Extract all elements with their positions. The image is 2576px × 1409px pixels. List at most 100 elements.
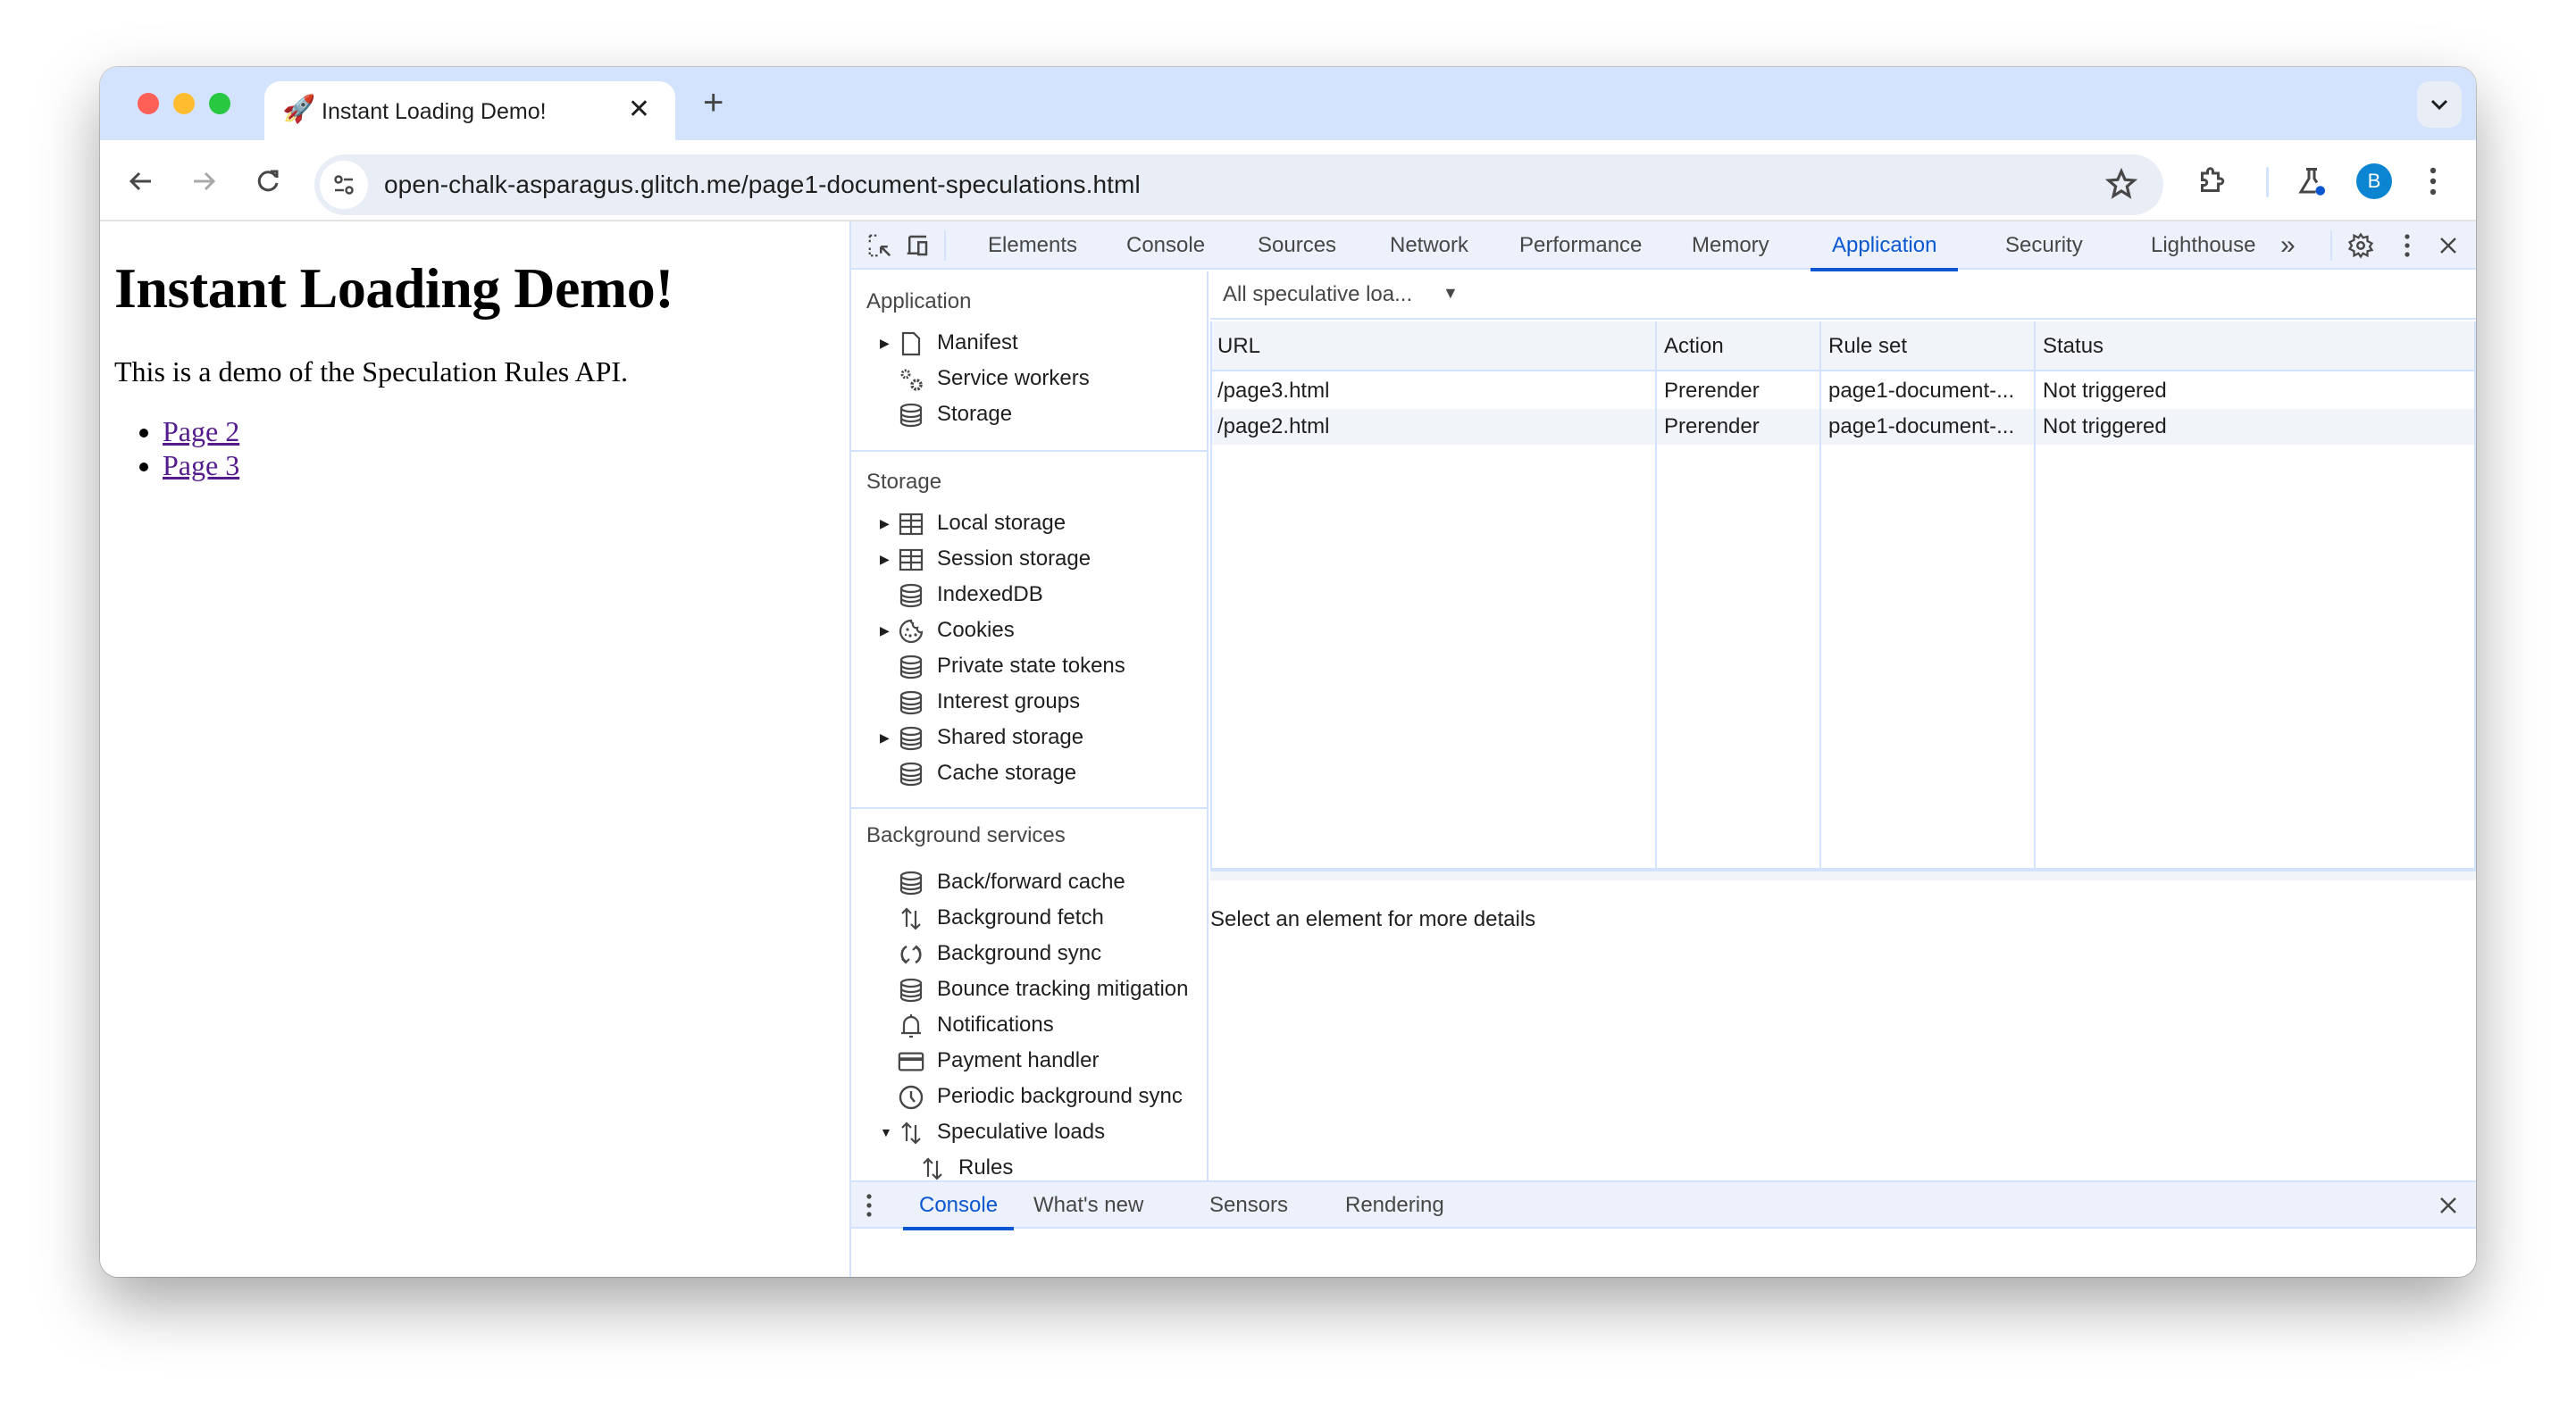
expand-arrow-icon[interactable]: ▶ xyxy=(880,505,890,541)
sidebar-item-interest-groups[interactable]: Interest groups xyxy=(851,684,1207,720)
minimize-window-button[interactable] xyxy=(173,93,195,114)
url-text[interactable]: open-chalk-asparagus.glitch.me/page1-doc… xyxy=(384,171,1141,199)
tab-console[interactable]: Console xyxy=(1126,221,1205,270)
database-icon xyxy=(898,870,924,896)
close-devtools-button[interactable] xyxy=(2432,229,2464,262)
sidebar-item-label: Background fetch xyxy=(937,905,1104,930)
sidebar-item-shared-storage[interactable]: ▶ Shared storage xyxy=(851,720,1207,755)
table-row[interactable]: /page3.html Prerender page1-document-...… xyxy=(1212,373,2474,409)
column-divider[interactable] xyxy=(1655,321,1657,868)
arrows-up-down-icon xyxy=(919,1155,946,1180)
tab-application[interactable]: Application xyxy=(1810,221,1959,271)
drawer-tab-rendering[interactable]: Rendering xyxy=(1345,1182,1444,1229)
column-header-rule-set[interactable]: Rule set xyxy=(1828,321,1907,371)
sidebar-item-label: Notifications xyxy=(937,1013,1054,1037)
drawer-tabbar: Console What's new Sensors Rendering xyxy=(851,1180,2476,1230)
sidebar-item-manifest[interactable]: ▶ Manifest xyxy=(851,325,1207,361)
puzzle-piece-icon xyxy=(2201,167,2225,192)
new-tab-button[interactable]: + xyxy=(703,85,723,121)
sidebar-item-background-sync[interactable]: Background sync xyxy=(851,936,1207,971)
close-window-button[interactable] xyxy=(138,93,159,114)
sidebar-item-notifications[interactable]: Notifications xyxy=(851,1007,1207,1043)
reload-button[interactable] xyxy=(247,160,289,203)
column-divider[interactable] xyxy=(1819,321,1821,868)
browser-toolbar: open-chalk-asparagus.glitch.me/page1-doc… xyxy=(100,140,2476,221)
chrome-menu-button[interactable] xyxy=(2408,156,2458,206)
bookmark-button[interactable] xyxy=(2104,167,2138,205)
labs-button[interactable] xyxy=(2287,156,2337,206)
close-drawer-button[interactable] xyxy=(2432,1189,2464,1221)
tab-memory[interactable]: Memory xyxy=(1692,221,1769,270)
sidebar-item-label: Storage xyxy=(937,402,1013,426)
sidebar-section-application: Application ▶ Manifest Service workers S… xyxy=(851,271,1207,452)
browser-tab-active[interactable]: 🚀 Instant Loading Demo! ✕ xyxy=(264,81,675,140)
table-row[interactable]: /page2.html Prerender page1-document-...… xyxy=(1212,409,2474,445)
sidebar-item-bounce-tracking-mitigation[interactable]: Bounce tracking mitigation xyxy=(851,971,1207,1007)
split-resizer[interactable] xyxy=(1210,870,2476,880)
expand-arrow-icon[interactable]: ▶ xyxy=(880,541,890,577)
sidebar-item-back-forward-cache[interactable]: Back/forward cache xyxy=(851,864,1207,900)
sidebar-section-title: Background services xyxy=(866,823,1066,847)
device-toolbar-button[interactable] xyxy=(901,229,933,262)
customize-devtools-button[interactable] xyxy=(2391,229,2423,262)
sidebar-item-service-workers[interactable]: Service workers xyxy=(851,361,1207,396)
column-header-status[interactable]: Status xyxy=(2043,321,2103,371)
sidebar-item-indexeddb[interactable]: IndexedDB xyxy=(851,577,1207,613)
site-info-button[interactable] xyxy=(320,161,368,209)
sidebar-item-cookies[interactable]: ▶ Cookies xyxy=(851,613,1207,648)
inspect-cursor-icon xyxy=(868,234,891,257)
page-3-link[interactable]: Page 3 xyxy=(163,449,239,481)
drawer-tab-sensors[interactable]: Sensors xyxy=(1209,1182,1288,1229)
profile-button[interactable]: B xyxy=(2349,156,2399,206)
settings-button[interactable] xyxy=(2345,229,2377,262)
forward-button[interactable] xyxy=(182,160,225,203)
sidebar-item-label: Session storage xyxy=(937,546,1091,571)
tab-close-icon[interactable]: ✕ xyxy=(628,94,650,126)
drawer-tab-console[interactable]: Console xyxy=(902,1182,1015,1230)
sidebar-item-periodic-background-sync[interactable]: Periodic background sync xyxy=(851,1079,1207,1114)
sidebar-item-label: Rules xyxy=(958,1155,1014,1180)
sidebar-item-session-storage[interactable]: ▶ Session storage xyxy=(851,541,1207,577)
chevron-down-icon xyxy=(2430,99,2448,111)
sidebar-item-cache-storage[interactable]: Cache storage xyxy=(851,755,1207,791)
extensions-button[interactable] xyxy=(2187,156,2237,206)
cell-url: /page2.html xyxy=(1217,414,1330,438)
back-button[interactable] xyxy=(120,160,163,203)
sidebar-item-rules[interactable]: Rules xyxy=(851,1150,1207,1180)
tab-security[interactable]: Security xyxy=(2005,221,2083,270)
tab-network[interactable]: Network xyxy=(1390,221,1468,270)
tab-lighthouse[interactable]: Lighthouse xyxy=(2151,221,2255,270)
maximize-window-button[interactable] xyxy=(209,93,230,114)
sidebar-item-background-fetch[interactable]: Background fetch xyxy=(851,900,1207,936)
sidebar-item-speculative-loads[interactable]: ▼ Speculative loads xyxy=(851,1114,1207,1150)
sidebar-item-local-storage[interactable]: ▶ Local storage xyxy=(851,505,1207,541)
column-header-action[interactable]: Action xyxy=(1664,321,1724,371)
flask-icon xyxy=(2298,168,2325,196)
expand-arrow-icon[interactable]: ▶ xyxy=(880,613,890,648)
sidebar-item-payment-handler[interactable]: Payment handler xyxy=(851,1043,1207,1079)
more-tabs-button[interactable]: » xyxy=(2280,221,2296,270)
expand-arrow-icon[interactable]: ▶ xyxy=(880,325,890,361)
address-bar[interactable]: open-chalk-asparagus.glitch.me/page1-doc… xyxy=(314,154,2163,215)
column-header-url[interactable]: URL xyxy=(1217,321,1260,371)
drawer-menu-button[interactable] xyxy=(853,1189,885,1221)
arrows-up-down-icon xyxy=(898,1120,924,1146)
expand-arrow-icon[interactable]: ▶ xyxy=(880,720,890,755)
column-divider[interactable] xyxy=(2034,321,2036,868)
page-2-link[interactable]: Page 2 xyxy=(163,415,239,447)
inspect-element-button[interactable] xyxy=(864,229,896,262)
sidebar-item-private-state-tokens[interactable]: Private state tokens xyxy=(851,648,1207,684)
tab-search-button[interactable] xyxy=(2417,81,2462,128)
speculations-panel: All speculative loa... ▼ URL Action Rule… xyxy=(1210,271,2476,1180)
tab-elements[interactable]: Elements xyxy=(988,221,1077,270)
tab-performance[interactable]: Performance xyxy=(1519,221,1642,270)
sidebar-item-label: Cache storage xyxy=(937,761,1077,785)
collapse-arrow-icon[interactable]: ▼ xyxy=(880,1114,892,1150)
dropdown-caret-icon[interactable]: ▼ xyxy=(1443,284,1459,303)
gear-icon xyxy=(2347,232,2374,259)
drawer-tab-whats-new[interactable]: What's new xyxy=(1033,1182,1143,1229)
speculation-filter-select[interactable]: All speculative loa... xyxy=(1223,282,1412,307)
document-icon xyxy=(898,330,924,357)
tab-sources[interactable]: Sources xyxy=(1258,221,1336,270)
sidebar-item-storage[interactable]: Storage xyxy=(851,396,1207,432)
